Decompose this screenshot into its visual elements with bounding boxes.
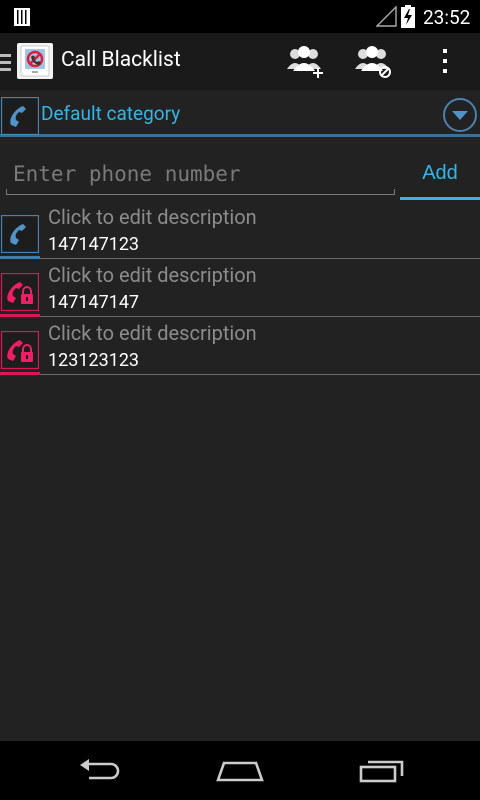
category-label: Default category xyxy=(41,102,181,125)
app-title: Call Blacklist xyxy=(61,48,181,72)
back-icon xyxy=(80,759,120,780)
add-contacts-button[interactable] xyxy=(284,41,324,81)
entry-description[interactable]: Click to edit description xyxy=(48,321,257,345)
chevron-down-icon[interactable] xyxy=(442,97,478,133)
list-item[interactable]: Click to edit description 123123123 xyxy=(0,317,480,375)
app-logo-icon[interactable] xyxy=(17,43,53,79)
entry-number: 123123123 xyxy=(48,350,140,371)
phone-number-input[interactable] xyxy=(6,153,401,195)
category-spinner[interactable]: Default category xyxy=(0,90,480,138)
divider xyxy=(40,374,480,375)
sim-card-icon xyxy=(14,8,30,26)
add-number-row: Add xyxy=(0,150,480,202)
blacklist: Click to edit description 147147123 Clic… xyxy=(0,201,480,375)
signal-icon xyxy=(376,6,397,27)
recents-icon xyxy=(359,760,404,783)
phone-blocked-icon[interactable] xyxy=(1,273,39,311)
list-item[interactable]: Click to edit description 147147147 xyxy=(0,259,480,317)
phone-blocked-icon[interactable] xyxy=(1,331,39,369)
overflow-menu-icon xyxy=(443,49,447,73)
home-icon xyxy=(216,761,264,782)
entry-number: 147147147 xyxy=(48,292,140,313)
action-bar: Call Blacklist xyxy=(0,33,480,90)
overflow-menu-button[interactable] xyxy=(425,41,465,81)
clock: 23:52 xyxy=(423,6,471,29)
input-underline xyxy=(6,189,395,195)
list-item[interactable]: Click to edit description 147147123 xyxy=(0,201,480,259)
home-button[interactable] xyxy=(208,753,272,789)
navigation-bar xyxy=(0,741,480,800)
category-underline xyxy=(0,134,480,137)
status-bar: 23:52 xyxy=(0,0,480,33)
drawer-toggle-icon[interactable] xyxy=(0,52,12,72)
status-accent xyxy=(0,372,40,375)
add-contacts-icon xyxy=(287,46,323,78)
recents-button[interactable] xyxy=(350,753,414,789)
back-button[interactable] xyxy=(68,753,132,789)
block-contacts-icon xyxy=(355,46,391,78)
entry-description[interactable]: Click to edit description xyxy=(48,263,257,287)
block-contacts-button[interactable] xyxy=(353,41,393,81)
add-button-underline xyxy=(400,197,480,200)
entry-number: 147147123 xyxy=(48,234,140,255)
add-button[interactable]: Add xyxy=(400,150,480,196)
phone-icon xyxy=(1,97,39,135)
entry-description[interactable]: Click to edit description xyxy=(48,205,257,229)
battery-charging-icon xyxy=(401,5,415,28)
phone-allowed-icon[interactable] xyxy=(1,215,39,253)
